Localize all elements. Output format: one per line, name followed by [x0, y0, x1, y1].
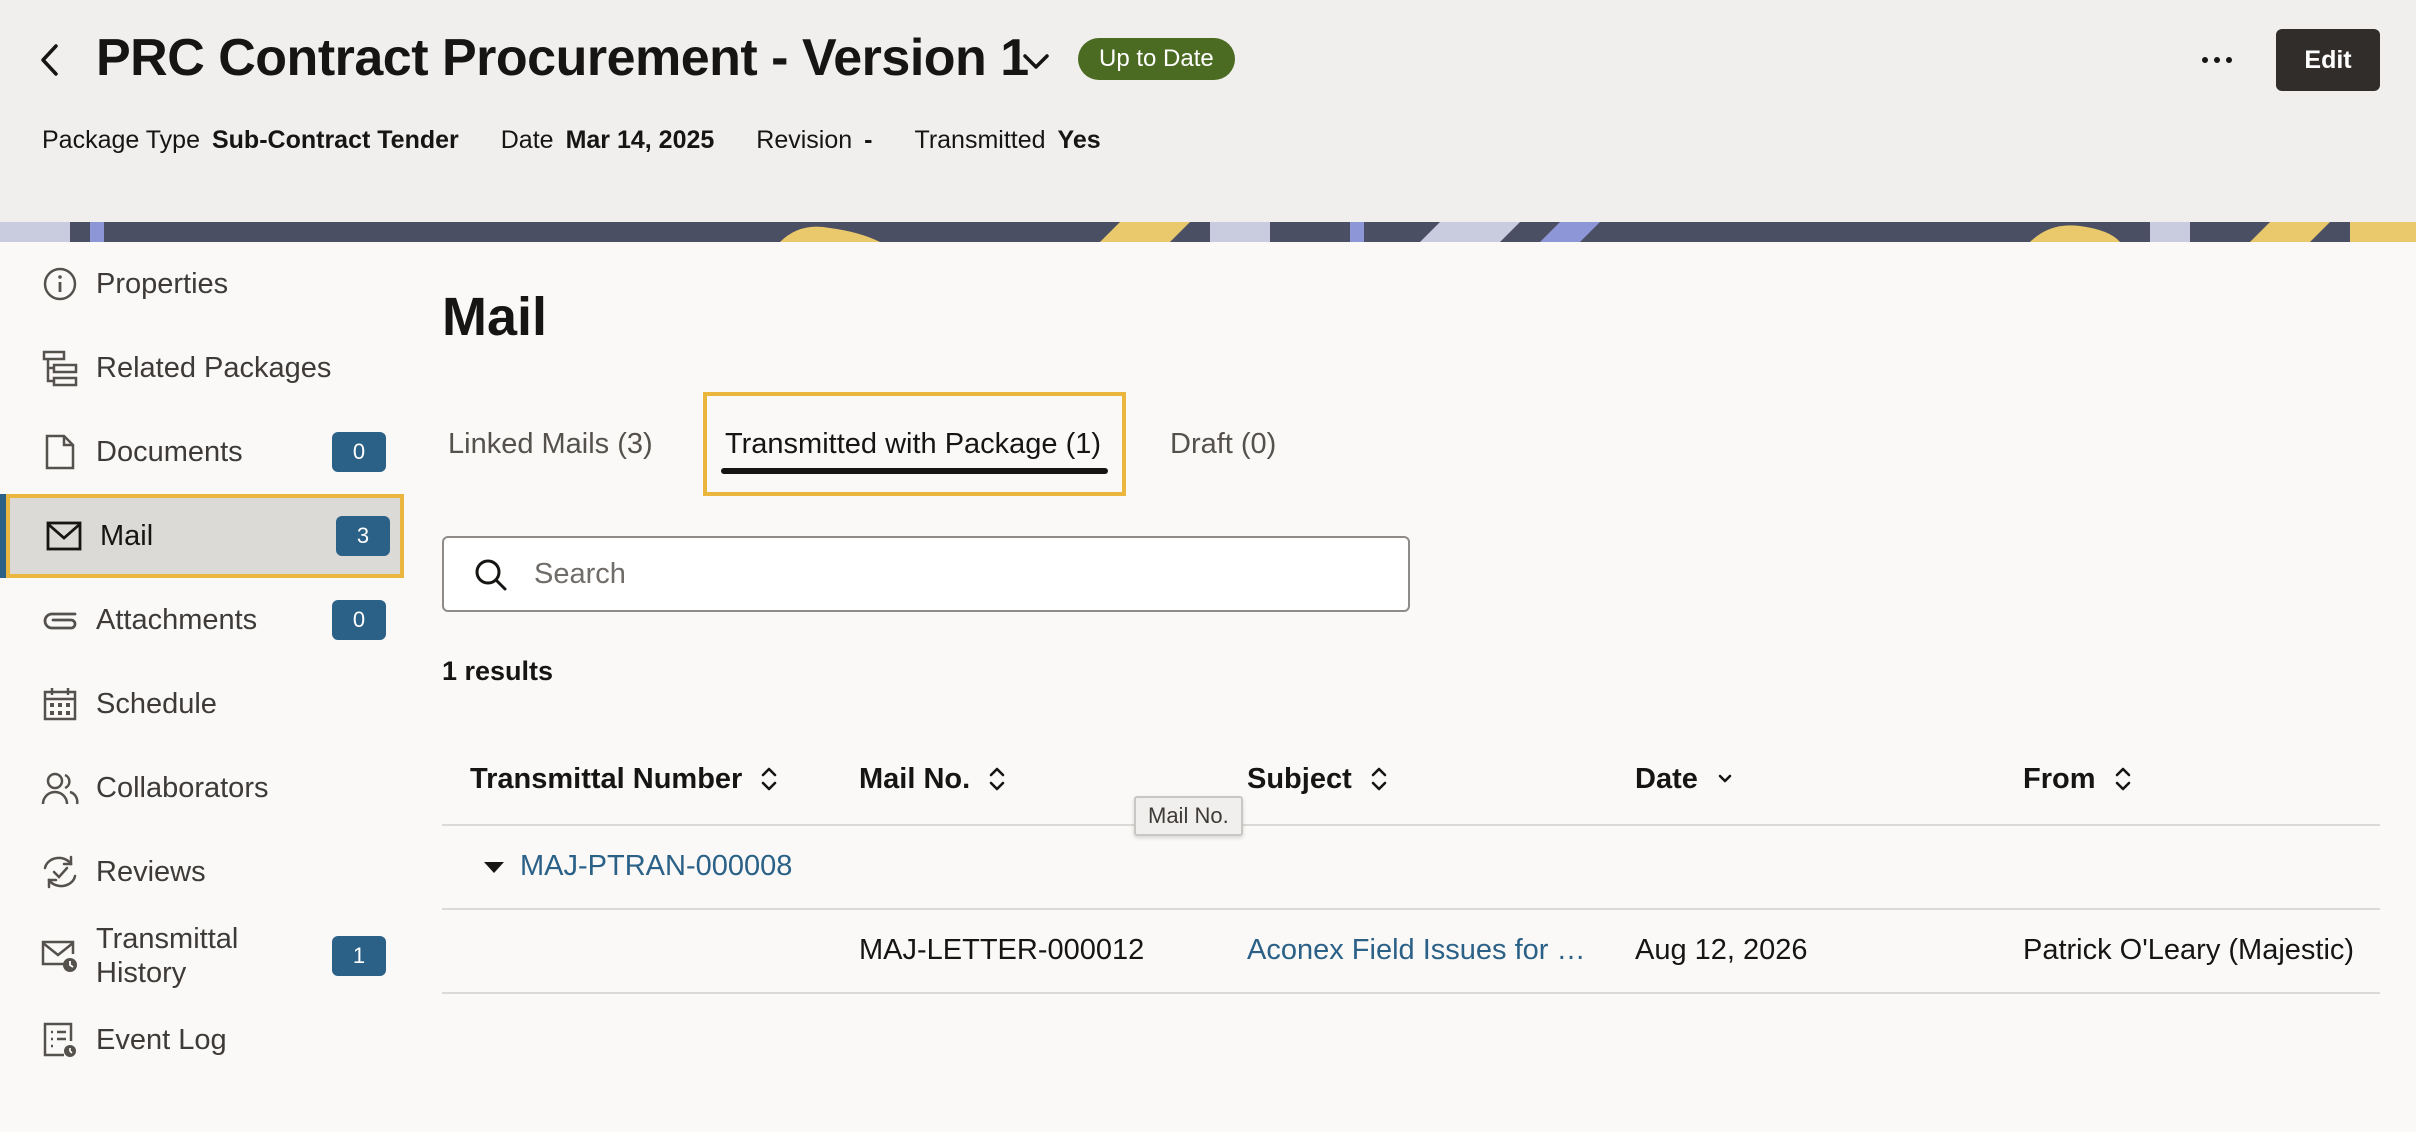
chevron-left-icon: [41, 44, 58, 76]
column-tooltip: Mail No.: [1134, 796, 1243, 836]
meta-package-type: Package Type Sub-Contract Tender: [42, 126, 459, 155]
sidebar-item-event-log[interactable]: Event Log: [0, 998, 404, 1082]
sidebar-item-attachments[interactable]: Attachments 0: [0, 578, 404, 662]
meta-revision: Revision -: [756, 126, 872, 155]
column-header-from[interactable]: From: [2023, 734, 2132, 824]
sidebar-item-label: Event Log: [96, 1024, 227, 1056]
sidebar-item-label: Collaborators: [96, 772, 269, 804]
column-header-label: Date: [1635, 762, 1698, 795]
search-icon: [472, 556, 510, 594]
subject-link[interactable]: Aconex Field Issues for …: [1247, 934, 1587, 967]
documents-count-badge: 0: [332, 432, 386, 472]
meta-value: Yes: [1057, 126, 1101, 154]
column-header-transmittal-number[interactable]: Transmittal Number: [470, 734, 778, 824]
sidebar-item-transmittal-history[interactable]: Transmittal History 1: [0, 914, 404, 998]
mail-count-badge: 3: [336, 516, 390, 556]
transmittal-number-link[interactable]: MAJ-PTRAN-000008: [520, 850, 792, 883]
column-header-label: Subject: [1247, 762, 1352, 795]
back-button[interactable]: [30, 36, 70, 84]
date-cell: Aug 12, 2026: [1635, 934, 1808, 966]
chevron-down-icon: [1023, 54, 1049, 69]
more-actions-button[interactable]: [2190, 36, 2244, 84]
people-icon: [40, 768, 80, 808]
sidebar-item-label: Transmittal History: [96, 923, 239, 989]
column-header-date[interactable]: Date: [1635, 734, 1734, 824]
table-group-row: MAJ-PTRAN-000008: [442, 826, 2380, 908]
tab-transmitted-with-package[interactable]: Transmitted with Package (1): [703, 392, 1126, 496]
meta-transmitted: Transmitted Yes: [914, 126, 1100, 155]
sort-icon: [2114, 766, 2132, 792]
edit-button[interactable]: Edit: [2276, 29, 2380, 91]
sidebar-item-properties[interactable]: Properties: [0, 242, 404, 326]
sidebar-item-label: Schedule: [96, 688, 217, 720]
meta-value: -: [864, 126, 873, 154]
sidebar-item-schedule[interactable]: Schedule: [0, 662, 404, 746]
mail-clock-icon: [40, 936, 80, 976]
sidebar-item-related-packages[interactable]: Related Packages: [0, 326, 404, 410]
calendar-icon: [40, 684, 80, 724]
mail-no-cell: MAJ-LETTER-000012: [859, 934, 1145, 966]
from-cell: Patrick O'Leary (Majestic): [2023, 934, 2355, 966]
tab-linked-mails[interactable]: Linked Mails (3): [448, 392, 653, 496]
row-divider: [442, 992, 2380, 994]
meta-label: Revision: [756, 126, 853, 154]
search-input[interactable]: [534, 546, 1394, 602]
sidebar-item-reviews[interactable]: Reviews: [0, 830, 404, 914]
log-icon: [40, 1020, 80, 1060]
sidebar-item-label: Mail: [100, 520, 154, 552]
search-box: [442, 536, 1410, 612]
hierarchy-icon: [40, 348, 80, 388]
sidebar-item-label: Documents: [96, 436, 243, 468]
version-dropdown-button[interactable]: [1014, 40, 1058, 84]
results-count: 1 results: [442, 656, 554, 686]
caret-down-icon[interactable]: [482, 856, 506, 880]
meta-label: Date: [500, 126, 554, 154]
sidebar-item-mail[interactable]: Mail 3: [0, 494, 404, 578]
more-dot: [2226, 57, 2232, 63]
review-icon: [40, 852, 80, 892]
meta-date: Date Mar 14, 2025: [501, 126, 715, 155]
column-header-subject[interactable]: Subject: [1247, 734, 1388, 824]
meta-label: Package Type: [42, 126, 200, 154]
info-icon: [40, 264, 80, 304]
sidebar-item-collaborators[interactable]: Collaborators: [0, 746, 404, 830]
column-header-label: From: [2023, 762, 2096, 795]
sort-icon: [760, 766, 778, 792]
tab-draft[interactable]: Draft (0): [1170, 392, 1276, 496]
transmittal-history-count-badge: 1: [332, 936, 386, 976]
decorative-banner: [0, 222, 2416, 242]
mail-icon: [44, 516, 84, 556]
meta-value: Mar 14, 2025: [565, 126, 715, 154]
document-icon: [40, 432, 80, 472]
package-meta: Package Type Sub-Contract Tender Date Mar …: [42, 126, 1101, 155]
sidebar-item-label: Related Packages: [96, 352, 332, 384]
row-divider: [442, 908, 2380, 910]
attachments-count-badge: 0: [332, 600, 386, 640]
more-dot: [2214, 57, 2220, 63]
sort-descending-icon: [1716, 772, 1734, 786]
sidebar-item-label: Reviews: [96, 856, 206, 888]
sort-icon: [988, 766, 1006, 792]
section-title: Mail: [442, 287, 548, 347]
column-header-label: Transmittal Number: [470, 762, 743, 795]
sidebar-item-documents[interactable]: Documents 0: [0, 410, 404, 494]
sidebar-item-label: Attachments: [96, 604, 258, 636]
page-header: PRC Contract Procurement - Version 1 Up …: [0, 0, 2416, 222]
sort-icon: [1370, 766, 1388, 792]
sidebar-item-label: Properties: [96, 268, 229, 300]
meta-label: Transmitted: [914, 126, 1046, 154]
paperclip-icon: [40, 600, 80, 640]
page-title: PRC Contract Procurement - Version 1: [96, 29, 1029, 87]
banner-pattern: [0, 222, 2416, 242]
column-header-label: Mail No.: [859, 762, 971, 795]
more-dot: [2202, 57, 2208, 63]
column-header-mail-no[interactable]: Mail No.: [859, 734, 1006, 824]
meta-value: Sub-Contract Tender: [211, 126, 459, 154]
status-badge: Up to Date: [1078, 38, 1235, 80]
